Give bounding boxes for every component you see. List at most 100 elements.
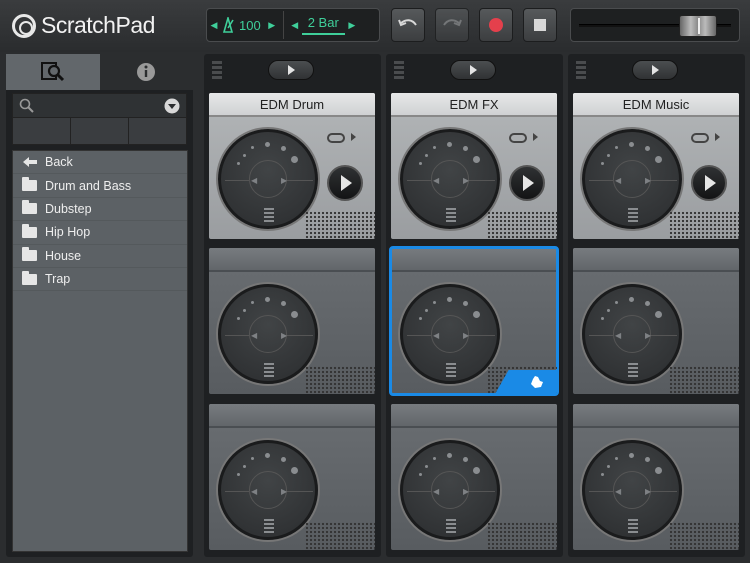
tab-search[interactable] — [6, 54, 100, 90]
loop-icon[interactable] — [509, 133, 527, 143]
dial-divider — [469, 335, 495, 336]
pad-title — [573, 404, 739, 428]
pad-dial[interactable]: ◀ ▶ — [400, 440, 500, 540]
empty-pad[interactable]: ◀ ▶ — [209, 248, 375, 394]
pad-play-button[interactable] — [509, 165, 545, 201]
dial-divider — [469, 491, 495, 492]
dial-led — [447, 142, 452, 147]
dial-led — [433, 301, 436, 304]
list-item[interactable]: Hip Hop — [13, 221, 187, 245]
empty-pad[interactable]: ◀ ▶ — [209, 404, 375, 550]
loop-icon[interactable] — [691, 133, 709, 143]
empty-pad[interactable]: ◀ ▶ — [389, 246, 559, 396]
pad-title — [391, 404, 557, 428]
pad-dial[interactable]: ◀ ▶ — [582, 129, 682, 229]
pad-dial[interactable]: ◀ ▶ — [400, 129, 500, 229]
speaker-grille — [487, 211, 557, 239]
filter-row — [13, 118, 186, 144]
filter-cell[interactable] — [129, 118, 186, 144]
dial-led — [601, 317, 604, 320]
dial-led — [419, 473, 422, 476]
dial-led — [237, 162, 240, 165]
column-play-button[interactable] — [632, 60, 678, 80]
pad-title-label: EDM Music — [622, 96, 690, 112]
dial-left-arrow-icon: ◀ — [615, 176, 622, 185]
empty-pad[interactable]: ◀ ▶ — [573, 404, 739, 550]
empty-pad[interactable]: ◀ ▶ — [391, 404, 557, 550]
pad-dial[interactable]: ◀ ▶ — [582, 284, 682, 384]
dial-led — [447, 297, 452, 302]
loop-arrow-icon — [715, 133, 720, 141]
pad-title: EDM FX — [391, 93, 557, 117]
length-increase-icon[interactable]: ▶ — [345, 20, 359, 31]
slider-thumb[interactable] — [679, 15, 717, 37]
loop-icon[interactable] — [327, 133, 345, 143]
dial-left-arrow-icon: ◀ — [433, 331, 440, 340]
tempo-value[interactable]: 100 — [239, 18, 261, 33]
dial-level-meter — [264, 363, 274, 377]
loop-pad[interactable]: EDM Drum ◀ ▶ — [209, 93, 375, 239]
list-item[interactable]: Trap — [13, 268, 187, 292]
list-item[interactable]: House — [13, 245, 187, 268]
filter-cell[interactable] — [71, 118, 129, 144]
dial-divider — [225, 180, 249, 181]
list-item[interactable]: Drum and Bass — [13, 174, 187, 198]
loop-pad[interactable]: EDM Music ◀ ▶ — [573, 93, 739, 239]
metronome-icon[interactable] — [221, 17, 235, 33]
pad-title: EDM Music — [573, 93, 739, 117]
column-play-button[interactable] — [268, 60, 314, 80]
pad-dial[interactable]: ◀ ▶ — [218, 284, 318, 384]
dial-left-arrow-icon: ◀ — [251, 331, 258, 340]
speaker-grille — [305, 211, 375, 239]
loop-arrow-icon — [533, 133, 538, 141]
pad-play-button[interactable] — [691, 165, 727, 201]
dial-led — [433, 457, 436, 460]
list-item[interactable]: Dubstep — [13, 198, 187, 222]
pad-play-button[interactable] — [327, 165, 363, 201]
dropdown-icon[interactable] — [164, 98, 180, 114]
column-level-meter — [212, 61, 222, 81]
tempo-decrease-icon[interactable]: ◀ — [207, 20, 221, 31]
pad-title — [209, 404, 375, 428]
dial-level-meter — [628, 519, 638, 533]
empty-pad[interactable]: ◀ ▶ — [573, 248, 739, 394]
pad-title — [391, 248, 557, 272]
speaker-grille — [669, 211, 739, 239]
dial-led — [615, 146, 618, 149]
dial-led — [237, 317, 240, 320]
tempo-increase-icon[interactable]: ▶ — [265, 20, 279, 31]
dial-led — [281, 301, 286, 306]
length-decrease-icon[interactable]: ◀ — [288, 20, 302, 31]
pad-dial[interactable]: ◀ ▶ — [582, 440, 682, 540]
dial-divider — [287, 491, 313, 492]
loop-pad[interactable]: EDM FX ◀ ▶ — [391, 93, 557, 239]
folder-icon — [22, 223, 37, 238]
list-item-label: Trap — [45, 272, 71, 287]
filter-cell[interactable] — [13, 118, 71, 144]
master-volume-slider[interactable] — [570, 8, 740, 42]
dial-led — [615, 457, 618, 460]
dial-led — [291, 156, 298, 163]
pad-title: EDM Drum — [209, 93, 375, 117]
dial-led — [425, 465, 428, 468]
pad-dial[interactable]: ◀ ▶ — [218, 440, 318, 540]
pad-dial[interactable]: ◀ ▶ — [400, 284, 500, 384]
dial-left-arrow-icon: ◀ — [615, 331, 622, 340]
pad-dial[interactable]: ◀ ▶ — [218, 129, 318, 229]
dial-led — [607, 465, 610, 468]
list-item-back[interactable]: Back — [13, 151, 187, 175]
stop-button[interactable] — [523, 8, 557, 42]
undo-button[interactable] — [391, 8, 425, 42]
dial-led — [463, 301, 468, 306]
redo-button[interactable] — [435, 8, 469, 42]
column-header — [568, 54, 745, 90]
column-play-button[interactable] — [450, 60, 496, 80]
search-input[interactable] — [13, 94, 186, 118]
list-item-label: House — [45, 248, 82, 263]
search-area — [12, 93, 187, 145]
tab-info[interactable] — [99, 54, 193, 90]
dial-led — [607, 154, 610, 157]
dial-led — [473, 467, 480, 474]
bar-length-value[interactable]: 2 Bar — [301, 15, 345, 35]
record-button[interactable] — [479, 8, 513, 42]
